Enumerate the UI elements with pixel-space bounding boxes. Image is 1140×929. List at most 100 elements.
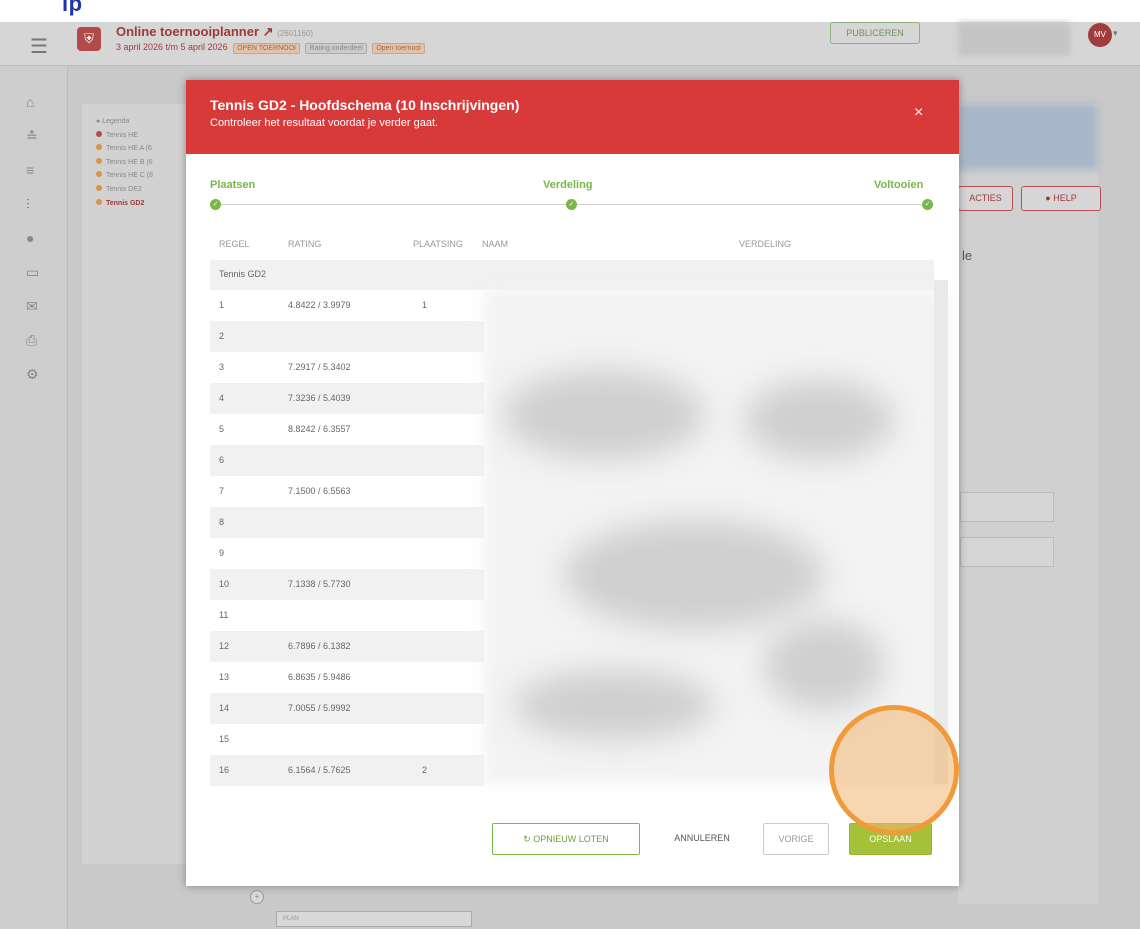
legend-item[interactable]: Tennis HE B (6 [96,156,153,170]
table-row[interactable]: 9 [210,538,484,569]
cell-regel: 3 [219,362,225,372]
table-row[interactable]: 13 6.8635 / 5.9486 [210,662,484,693]
app-title: Online toernooiplanner ↗ (2601160) [116,24,313,40]
cell-rating: 6.8635 / 5.9486 [288,672,351,682]
bracket-icon[interactable]: ⫶ [26,196,30,213]
legend-item[interactable]: Tennis HE C (8 [96,169,153,183]
right-field[interactable] [960,492,1054,522]
cell-regel: 16 [219,765,230,775]
column-header: PLAATSING [413,239,463,249]
caption-text: lp [62,0,83,16]
table-row[interactable]: 11 [210,600,484,631]
external-link-icon[interactable]: ↗ [263,24,274,39]
cell-regel: 14 [219,703,230,713]
table-row[interactable]: 14 7.0055 / 5.9992 [210,693,484,724]
cell-regel: 7 [219,486,225,496]
legend-dot-icon [96,130,102,137]
table-row[interactable]: 4 7.3236 / 5.4039 [210,383,484,414]
blurred-banner [958,104,1098,170]
step-plaatsen[interactable]: Plaatsen [210,179,255,191]
check-icon: ✓ [566,199,577,210]
table-row[interactable]: 15 [210,724,484,755]
blur-blob [764,620,884,710]
cell-rating: 7.0055 / 5.9992 [288,703,351,713]
right-field[interactable] [960,537,1054,567]
cell-regel: 15 [219,734,230,744]
cell-plaatsing: 1 [422,300,428,310]
cell-rating: 4.8422 / 3.9979 [288,300,351,310]
cell-regel: 11 [219,610,229,620]
hamburger-menu-icon[interactable]: ☰ [30,34,48,59]
chevron-down-icon[interactable]: ▾ [1113,28,1118,39]
scrollbar[interactable] [934,280,948,784]
add-icon[interactable]: + [250,890,264,904]
legend-item[interactable]: Tennis GD2 [96,197,153,211]
table-row[interactable]: 2 [210,321,484,352]
monitor-icon[interactable]: ▭ [26,264,39,281]
table-row[interactable]: 3 7.2917 / 5.3402 [210,352,484,383]
cell-regel: 13 [219,672,230,682]
gear-icon[interactable]: ⚙ [26,366,39,383]
avatar[interactable]: MV [1088,23,1112,47]
legend-title: ● Legenda [96,118,130,125]
app-logo-icon[interactable]: ⛨ [77,27,101,51]
print-icon[interactable]: ⎙ [26,332,37,349]
table-row[interactable]: 8 [210,507,484,538]
blurred-user-info [958,22,1070,56]
tag-open: Open toernooi [372,43,425,54]
table-row[interactable]: 6 [210,445,484,476]
acties-button[interactable]: ACTIES [958,186,1013,211]
cell-rating: 6.1564 / 5.7625 [288,765,351,775]
cell-rating: 7.3236 / 5.4039 [288,393,351,403]
close-icon[interactable]: × [914,104,923,122]
group-label: Tennis GD2 [219,269,267,279]
right-panel-heading: le [962,248,973,263]
blur-blob [504,370,704,460]
info-icon: ● [96,118,101,125]
help-icon: ● [1045,193,1054,203]
cell-regel: 8 [219,517,225,527]
redraw-button[interactable]: ↻ OPNIEUW LOTEN [492,823,640,855]
plan-select[interactable]: PLAN [276,911,472,927]
legend-item[interactable]: Tennis HE A (6 [96,142,153,156]
table-row[interactable]: 5 8.8242 / 6.3557 [210,414,484,445]
cell-regel: 4 [219,393,225,403]
list-icon[interactable]: ≡ [26,162,34,178]
dialog-title: Tennis GD2 - Hoofdschema (10 Inschrijvin… [210,97,520,113]
side-nav: ⌂ ≛ ≡ ⫶ ● ▭ ✉ ⎙ ⚙ [0,66,68,929]
mail-icon[interactable]: ✉ [26,298,38,315]
table-row[interactable]: 7 7.1500 / 6.5563 [210,476,484,507]
cell-regel: 12 [219,641,230,651]
table-row[interactable]: 12 6.7896 / 6.1382 [210,631,484,662]
cell-rating: 7.1500 / 6.5563 [288,486,351,496]
column-header: VERDELING [739,239,792,249]
legend-dot-icon [96,171,102,178]
home-icon[interactable]: ⌂ [26,94,34,110]
cell-regel: 5 [219,424,225,434]
publish-button[interactable]: PUBLICEREN [830,22,920,44]
legend-item[interactable]: Tennis HE [96,129,153,143]
legend-dot-icon [96,157,102,164]
caption-strip: lp [0,0,1140,22]
cell-regel: 2 [219,331,225,341]
cancel-button[interactable]: ANNULEREN [662,823,742,855]
tag-rating: Rating onderdeel [305,43,367,54]
legend-item[interactable]: Tennis DE2 [96,183,153,197]
step-voltooien[interactable]: Voltooien [874,179,923,191]
legend-dot-icon [96,198,102,205]
table-row[interactable]: 1 4.8422 / 3.9979 1 [210,290,484,321]
table-row[interactable]: 10 7.1338 / 5.7730 [210,569,484,600]
ball-icon[interactable]: ● [26,230,34,246]
cell-plaatsing: 2 [422,765,428,775]
group-row: Tennis GD2 [210,260,934,290]
step-verdeling[interactable]: Verdeling [543,179,593,191]
background-panel [82,104,187,864]
cell-rating: 6.7896 / 6.1382 [288,641,351,651]
table-row[interactable]: 16 6.1564 / 5.7625 2 [210,755,484,786]
users-icon[interactable]: ≛ [26,128,38,145]
cell-regel: 10 [219,579,230,589]
previous-button[interactable]: VORIGE [763,823,829,855]
cell-rating: 7.2917 / 5.3402 [288,362,351,372]
help-button[interactable]: ● HELP [1021,186,1101,211]
top-bar: ☰ ⛨ Online toernooiplanner ↗ (2601160) 3… [0,22,1140,66]
